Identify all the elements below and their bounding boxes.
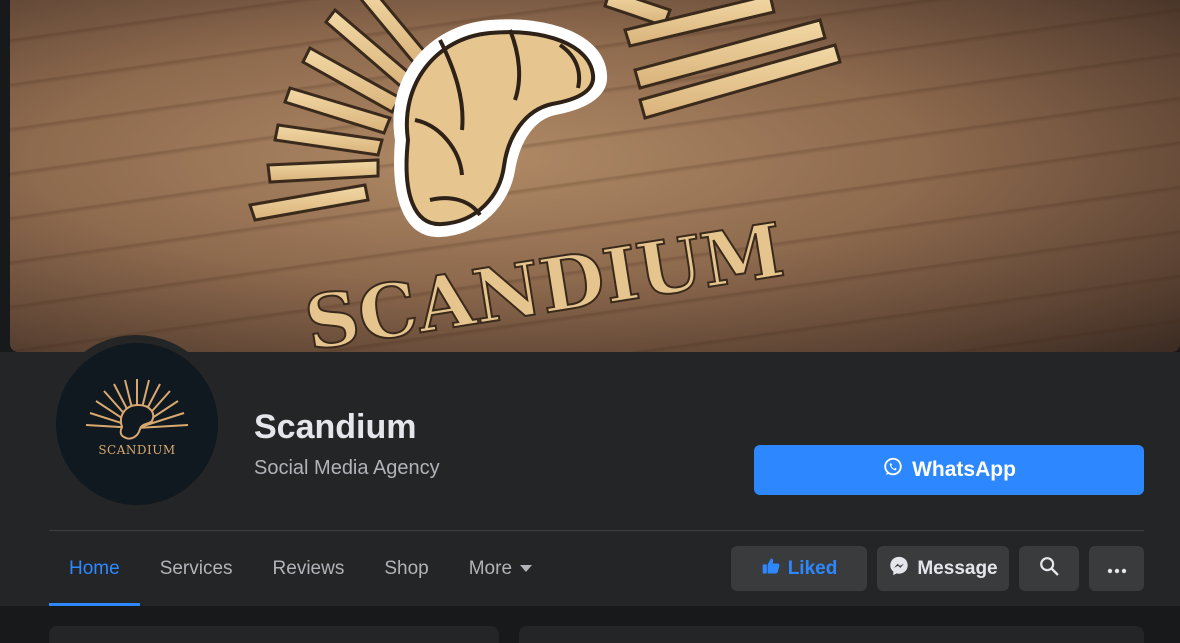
whatsapp-button[interactable]: WhatsApp (754, 445, 1144, 495)
liked-label: Liked (787, 557, 838, 579)
messenger-icon (888, 555, 910, 583)
tab-reviews[interactable]: Reviews (253, 531, 365, 606)
page-category: Social Media Agency (254, 457, 440, 479)
tab-more[interactable]: More (449, 531, 552, 606)
avatar-logo-icon (85, 379, 189, 440)
search-icon (1038, 555, 1060, 583)
more-options-button[interactable] (1089, 546, 1144, 591)
avatar-logo-text: SCANDIUM (98, 443, 176, 457)
tab-services[interactable]: Services (140, 531, 253, 606)
intro-card (49, 626, 499, 643)
tab-home-label: Home (69, 557, 120, 579)
tab-home[interactable]: Home (49, 531, 140, 606)
search-button[interactable] (1019, 546, 1079, 591)
cover-photo[interactable]: SCANDIUM (10, 0, 1180, 352)
tab-services-label: Services (159, 557, 233, 579)
message-label: Message (917, 557, 998, 579)
cover-logo-graphic: SCANDIUM (248, 0, 842, 352)
whatsapp-icon (882, 456, 904, 484)
tab-reviews-label: Reviews (272, 557, 345, 579)
cover-logo-text: SCANDIUM (299, 207, 789, 352)
tab-shop[interactable]: Shop (364, 531, 448, 606)
tab-more-label: More (468, 557, 513, 579)
page-tabs: Home Services Reviews Shop More (49, 531, 552, 606)
caret-down-icon (520, 565, 533, 572)
message-button[interactable]: Message (877, 546, 1009, 591)
post-composer-card (519, 626, 1144, 643)
page-title[interactable]: Scandium (254, 408, 416, 447)
liked-button[interactable]: Liked (731, 546, 867, 591)
thumbs-up-icon (761, 556, 781, 582)
ellipsis-icon (1107, 558, 1127, 580)
avatar[interactable]: SCANDIUM (56, 343, 218, 505)
whatsapp-button-label: WhatsApp (912, 458, 1016, 481)
tab-shop-label: Shop (384, 557, 429, 579)
